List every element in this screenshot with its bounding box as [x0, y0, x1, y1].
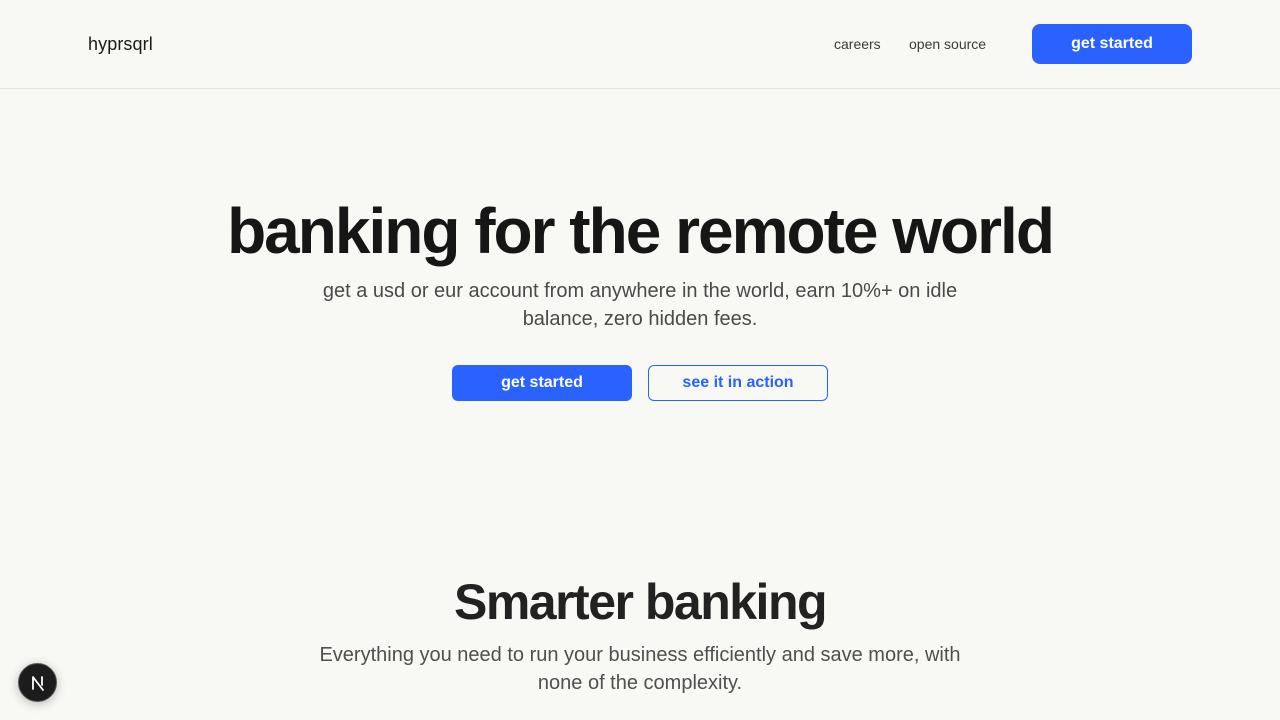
features-title: Smarter banking — [453, 574, 828, 630]
see-it-in-action-button[interactable]: see it in action — [648, 365, 828, 401]
nextjs-icon — [32, 676, 44, 691]
hero-section: banking for the remote world get a usd o… — [0, 89, 1280, 509]
nav-link-careers[interactable]: careers — [834, 35, 881, 53]
header-get-started-button[interactable]: get started — [1032, 24, 1192, 64]
site-header: hyprsqrl careers open source get started — [0, 0, 1280, 89]
logo[interactable]: hyprsqrl — [88, 32, 153, 56]
get-started-button[interactable]: get started — [452, 365, 632, 401]
features-subtitle: Everything you need to run your business… — [319, 644, 961, 694]
hero-title: banking for the remote world — [227, 195, 1055, 267]
nextjs-dev-badge[interactable] — [18, 663, 57, 702]
hero-subtitle: get a usd or eur account from anywhere i… — [322, 280, 958, 330]
nav-link-open-source[interactable]: open source — [909, 35, 986, 53]
